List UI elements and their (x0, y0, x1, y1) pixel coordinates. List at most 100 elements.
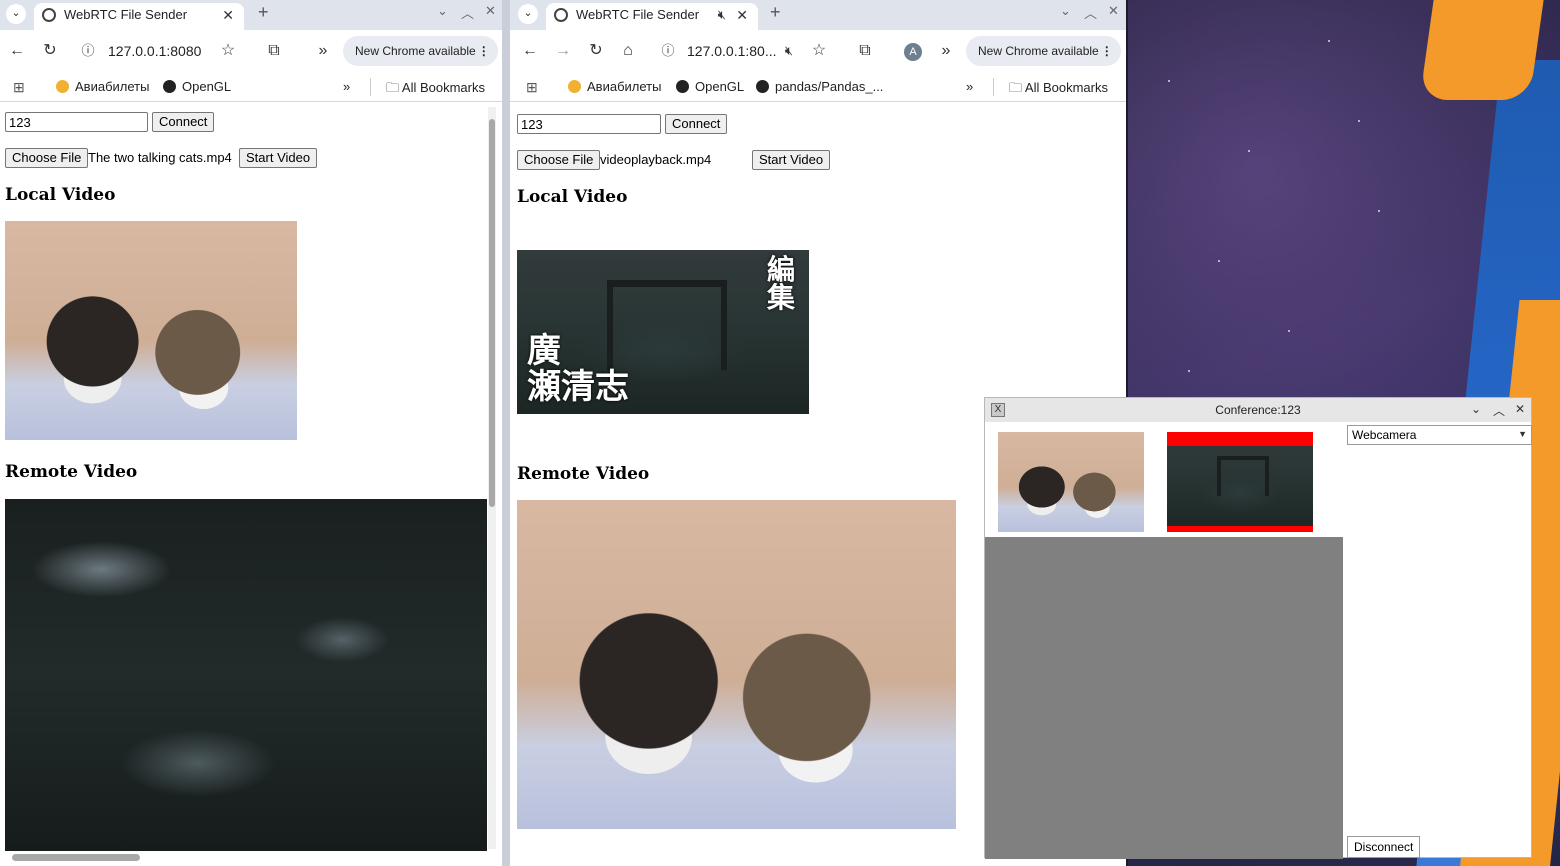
local-video[interactable] (5, 221, 297, 440)
choose-file-button[interactable]: Choose File (517, 150, 601, 170)
apps-icon[interactable]: ⊞ (526, 79, 538, 96)
left-browser-window: ⌄ WebRTC File Sender ✕ + ⌄ ︿ ✕ ← ↻ ⓘ 127… (0, 0, 502, 866)
back-icon[interactable]: ← (518, 39, 542, 63)
star-icon[interactable]: ☆ (216, 39, 240, 63)
room-input[interactable] (5, 112, 148, 132)
star-icon[interactable]: ☆ (807, 39, 831, 63)
mute-icon[interactable]: 🔇︎ (777, 39, 801, 63)
more-icon[interactable]: » (311, 39, 335, 63)
source-select-value: Webcamera (1352, 428, 1417, 442)
close-icon[interactable]: ✕ (736, 3, 748, 27)
disconnect-button[interactable]: Disconnect (1347, 836, 1421, 858)
more-icon[interactable]: » (966, 79, 973, 94)
horizontal-scrollbar-thumb[interactable] (12, 854, 140, 861)
globe-icon (42, 8, 56, 22)
plus-icon[interactable]: + (770, 2, 781, 23)
all-bookmarks[interactable]: 🗀 All Bookmarks (1009, 79, 1108, 101)
chevron-down-icon: ▼ (1518, 429, 1527, 439)
extensions-icon[interactable]: ⧉ (262, 39, 286, 63)
bookmark-item[interactable]: Авиабилеты (56, 79, 149, 94)
close-icon[interactable]: ✕ (1108, 3, 1119, 19)
window-gap (502, 0, 510, 866)
apps-icon[interactable]: ⊞ (13, 79, 25, 96)
close-icon[interactable]: ✕ (222, 3, 234, 27)
start-video-button[interactable]: Start Video (239, 148, 318, 168)
avatar[interactable]: A (904, 43, 922, 61)
all-bookmarks-label: All Bookmarks (1024, 80, 1108, 95)
conference-title: Conference:123 (1215, 403, 1301, 417)
reload-icon[interactable]: ↻ (584, 39, 608, 63)
tab-title: WebRTC File Sender (576, 7, 700, 22)
maximize-icon[interactable]: ︿ (461, 3, 474, 22)
page-content: Connect Choose File The two talking cats… (0, 103, 502, 866)
bookmark-label: OpenGL (182, 79, 232, 94)
mute-icon[interactable]: 🔇︎ (718, 3, 726, 27)
reload-icon[interactable]: ↻ (38, 39, 62, 63)
globe-icon (554, 8, 568, 22)
bookmark-item[interactable]: Авиабилеты (568, 79, 661, 94)
remote-video[interactable] (5, 499, 487, 851)
connect-button[interactable]: Connect (665, 114, 728, 134)
wallpaper-shape (1419, 0, 1547, 100)
all-bookmarks[interactable]: 🗀 All Bookmarks (386, 79, 485, 101)
overlay-text: 編集 (767, 253, 796, 314)
participant-thumbnail[interactable] (998, 432, 1144, 532)
separator (993, 78, 994, 96)
bookmark-item[interactable]: OpenGL (163, 79, 231, 94)
chevron-down-icon[interactable]: ⌄ (6, 4, 26, 24)
more-icon[interactable]: » (934, 39, 958, 63)
vertical-scrollbar[interactable] (488, 107, 496, 849)
close-icon[interactable]: ✕ (1515, 402, 1525, 416)
update-chrome-button[interactable]: New Chrome available ⋮ (966, 36, 1121, 66)
info-icon[interactable]: ⓘ (76, 39, 100, 63)
maximize-icon[interactable]: ︿ (1084, 3, 1097, 22)
extensions-icon[interactable]: ⧉ (853, 39, 877, 63)
address-bar[interactable]: 127.0.0.1:8080 (108, 43, 201, 59)
bookmark-item[interactable]: pandas/Pandas_... (756, 79, 883, 94)
maximize-icon[interactable]: ︿ (1493, 402, 1505, 419)
tab-strip: ⌄ WebRTC File Sender 🔇︎ ✕ + ⌄ ︿ ✕ (510, 0, 1126, 30)
tab-strip: ⌄ WebRTC File Sender ✕ + ⌄ ︿ ✕ (0, 0, 502, 30)
scrollbar-thumb[interactable] (489, 119, 495, 507)
forward-icon[interactable]: → (551, 39, 575, 63)
info-icon[interactable]: ⓘ (656, 39, 680, 63)
chevron-down-icon[interactable]: ⌄ (518, 4, 538, 24)
update-chrome-button[interactable]: New Chrome available ⋮ (343, 36, 498, 66)
update-label: New Chrome available (355, 44, 476, 58)
browser-toolbar: ← → ↻ ⌂ ⓘ 127.0.0.1:80... 🔇︎ ☆ ⧉ A » New… (510, 30, 1126, 72)
bookmark-icon (676, 80, 689, 93)
torii-gate-shape (1217, 456, 1269, 496)
remote-video[interactable] (517, 500, 956, 829)
room-input[interactable] (517, 114, 661, 134)
more-icon: ⋮ (477, 44, 490, 58)
back-icon[interactable]: ← (5, 39, 29, 63)
participant-thumbnail[interactable] (1167, 432, 1313, 532)
separator (370, 78, 371, 96)
conference-titlebar[interactable]: X Conference:123 ⌄ ︿ ✕ (985, 398, 1531, 422)
minimize-icon[interactable]: ⌄ (1471, 402, 1481, 416)
more-icon[interactable]: » (343, 79, 350, 94)
bookmark-item[interactable]: OpenGL (676, 79, 744, 94)
browser-tab[interactable]: WebRTC File Sender ✕ (34, 3, 244, 30)
bookmark-icon (568, 80, 581, 93)
more-icon: ⋮ (1100, 44, 1113, 58)
choose-file-button[interactable]: Choose File (5, 148, 89, 168)
chevron-down-icon[interactable]: ⌄ (1060, 3, 1071, 19)
source-select[interactable]: Webcamera ▼ (1347, 425, 1532, 445)
chevron-down-icon[interactable]: ⌄ (437, 3, 448, 19)
browser-tab[interactable]: WebRTC File Sender 🔇︎ ✕ (546, 3, 758, 30)
update-label: New Chrome available (978, 44, 1099, 58)
letterbox-bar (1167, 526, 1313, 532)
plus-icon[interactable]: + (258, 2, 269, 23)
browser-toolbar: ← ↻ ⓘ 127.0.0.1:8080 ☆ ⧉ » New Chrome av… (0, 30, 502, 72)
connect-button[interactable]: Connect (152, 112, 215, 132)
address-bar[interactable]: 127.0.0.1:80... (687, 43, 777, 59)
local-video[interactable]: 編集 廣 瀬清志 (517, 250, 809, 414)
letterbox-bar (1167, 432, 1313, 446)
folder-icon: 🗀 (1009, 80, 1025, 95)
start-video-button[interactable]: Start Video (752, 150, 831, 170)
bookmark-icon (163, 80, 176, 93)
close-icon[interactable]: ✕ (485, 3, 496, 19)
github-icon (756, 80, 769, 93)
home-icon[interactable]: ⌂ (616, 39, 640, 63)
